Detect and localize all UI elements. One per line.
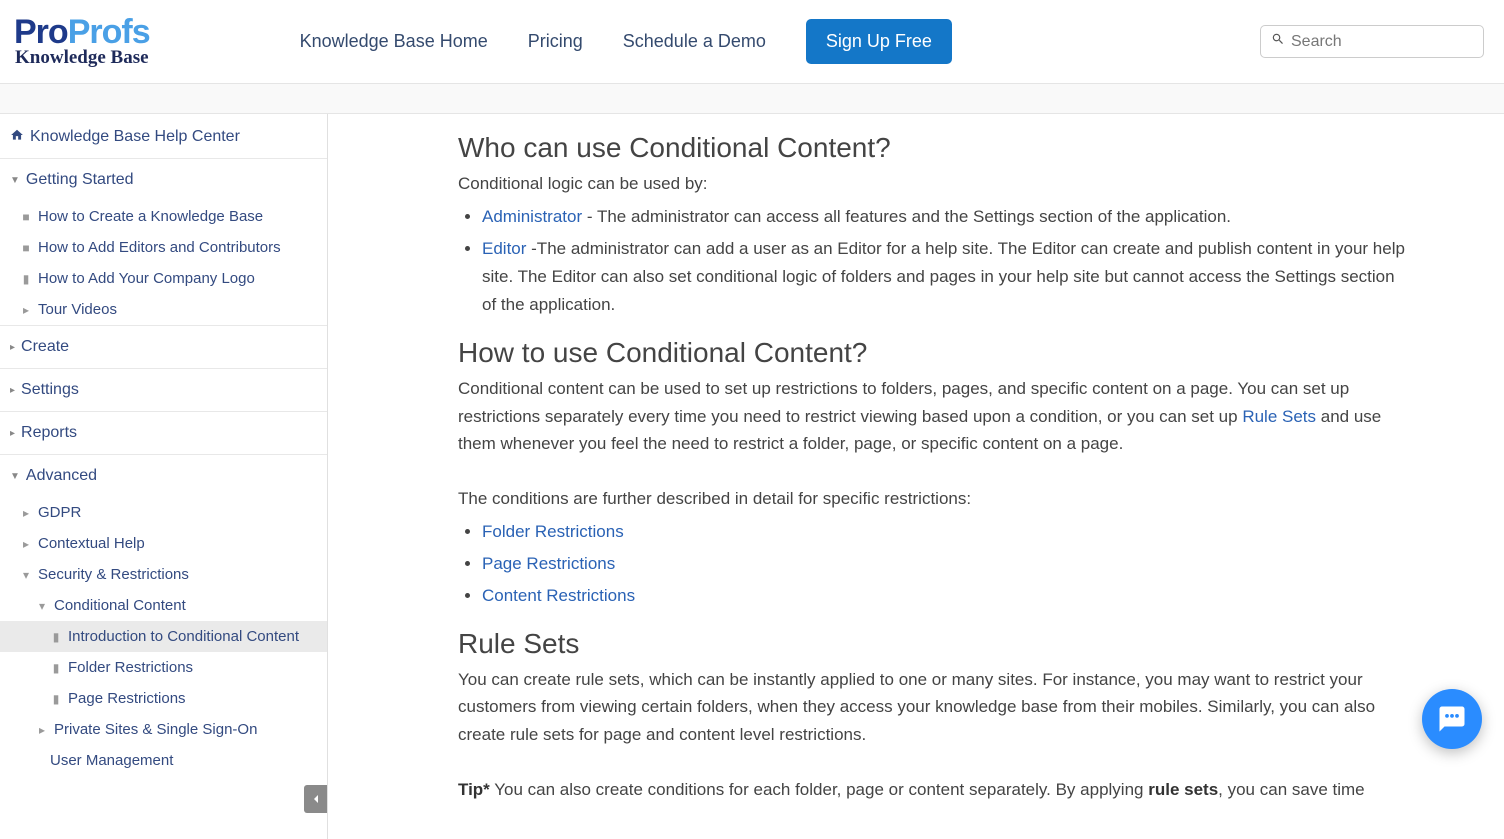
caret-right-icon: ▸	[20, 303, 32, 317]
sidebar-item-folder-r[interactable]: ▮Folder Restrictions	[0, 652, 327, 683]
doc-icon: ▮	[50, 661, 62, 675]
tip-rule-bold: rule sets	[1148, 780, 1218, 799]
nav-pricing[interactable]: Pricing	[528, 31, 583, 52]
caret-right-icon: ▸	[20, 537, 32, 551]
sidebar-item-user-mgmt[interactable]: User Management	[0, 745, 327, 776]
search-icon	[1271, 32, 1285, 51]
li-folder: Folder Restrictions	[482, 518, 1408, 546]
video-icon: ■	[20, 210, 32, 224]
sidebar-item-tour-videos[interactable]: ▸Tour Videos	[0, 294, 327, 325]
heading-who: Who can use Conditional Content?	[458, 132, 1408, 164]
doc-icon: ▮	[50, 692, 62, 706]
heading-rule: Rule Sets	[458, 628, 1408, 660]
link-folder-restrictions[interactable]: Folder Restrictions	[482, 522, 624, 541]
signup-button[interactable]: Sign Up Free	[806, 19, 952, 64]
p-who: Conditional logic can be used by:	[458, 170, 1408, 197]
header-band	[0, 84, 1504, 114]
p-how: Conditional content can be used to set u…	[458, 375, 1408, 457]
sec-title-reports[interactable]: ▸Reports	[0, 412, 327, 454]
sidebar-item-add-logo[interactable]: ▮How to Add Your Company Logo	[0, 263, 327, 294]
search-wrap	[1260, 25, 1484, 58]
li-content: Content Restrictions	[482, 582, 1408, 610]
list-who: Administrator - The administrator can ac…	[482, 203, 1408, 319]
search-input[interactable]	[1291, 33, 1473, 51]
li-page: Page Restrictions	[482, 550, 1408, 578]
sidebar-item-intro-cc[interactable]: ▮Introduction to Conditional Content	[0, 621, 327, 652]
list-restrictions: Folder Restrictions Page Restrictions Co…	[482, 518, 1408, 610]
link-editor[interactable]: Editor	[482, 239, 526, 258]
sidebar-home[interactable]: Knowledge Base Help Center	[0, 114, 327, 159]
main-content: Who can use Conditional Content? Conditi…	[328, 114, 1504, 839]
sidebar-item-contextual[interactable]: ▸Contextual Help	[0, 528, 327, 559]
main-nav: Knowledge Base Home Pricing Schedule a D…	[300, 19, 952, 64]
sec-title-getting-started[interactable]: ▼ Getting Started	[0, 159, 327, 201]
logo-part-profs: Profs	[68, 13, 150, 51]
layout: Knowledge Base Help Center ▼ Getting Sta…	[0, 114, 1504, 839]
sidebar-item-conditional[interactable]: ▾Conditional Content	[0, 590, 327, 621]
tip-bold: Tip*	[458, 780, 490, 799]
sec-title-create[interactable]: ▸Create	[0, 326, 327, 368]
sec-title-advanced[interactable]: ▼Advanced	[0, 455, 327, 497]
caret-down-icon: ▼	[10, 175, 20, 186]
li-editor: Editor -The administrator can add a user…	[482, 235, 1408, 319]
caret-down-icon: ▾	[36, 599, 48, 613]
video-icon: ■	[20, 241, 32, 255]
home-icon	[10, 128, 24, 146]
sidebar-home-link[interactable]: Knowledge Base Help Center	[30, 128, 240, 146]
doc-icon: ▮	[20, 272, 32, 286]
section-getting-started: ▼ Getting Started ■How to Create a Knowl…	[0, 159, 327, 326]
nav-demo[interactable]: Schedule a Demo	[623, 31, 766, 52]
link-rule-sets[interactable]: Rule Sets	[1242, 407, 1316, 426]
sidebar-item-create-kb[interactable]: ■How to Create a Knowledge Base	[0, 201, 327, 232]
logo-text: ProProfs	[14, 15, 150, 49]
search-box[interactable]	[1260, 25, 1484, 58]
sec-label: Getting Started	[26, 171, 134, 189]
caret-down-icon: ▼	[10, 471, 20, 482]
p-tip: Tip* You can also create conditions for …	[458, 776, 1408, 803]
li-admin: Administrator - The administrator can ac…	[482, 203, 1408, 231]
sidebar-item-security[interactable]: ▾Security & Restrictions	[0, 559, 327, 590]
logo[interactable]: ProProfs Knowledge Base	[14, 15, 150, 69]
chat-button[interactable]	[1422, 689, 1482, 749]
logo-subtitle: Knowledge Base	[15, 47, 149, 69]
nav-kb-home[interactable]: Knowledge Base Home	[300, 31, 488, 52]
section-advanced: ▼Advanced ▸GDPR ▸Contextual Help ▾Securi…	[0, 455, 327, 776]
caret-right-icon: ▸	[36, 723, 48, 737]
caret-right-icon: ▸	[10, 342, 15, 353]
link-content-restrictions[interactable]: Content Restrictions	[482, 586, 635, 605]
section-create: ▸Create	[0, 326, 327, 369]
doc-icon: ▮	[50, 630, 62, 644]
heading-how: How to use Conditional Content?	[458, 337, 1408, 369]
section-reports: ▸Reports	[0, 412, 327, 455]
p-rule: You can create rule sets, which can be i…	[458, 666, 1408, 748]
caret-right-icon: ▸	[20, 506, 32, 520]
topbar: ProProfs Knowledge Base Knowledge Base H…	[0, 0, 1504, 84]
sidebar-item-private[interactable]: ▸Private Sites & Single Sign-On	[0, 714, 327, 745]
sidebar-item-add-editors[interactable]: ■How to Add Editors and Contributors	[0, 232, 327, 263]
p-cond: The conditions are further described in …	[458, 485, 1408, 512]
sec-title-settings[interactable]: ▸Settings	[0, 369, 327, 411]
logo-part-pro: Pro	[14, 13, 68, 51]
sidebar: Knowledge Base Help Center ▼ Getting Sta…	[0, 114, 328, 839]
section-settings: ▸Settings	[0, 369, 327, 412]
caret-down-icon: ▾	[20, 568, 32, 582]
link-administrator[interactable]: Administrator	[482, 207, 582, 226]
caret-right-icon: ▸	[10, 385, 15, 396]
sidebar-item-gdpr[interactable]: ▸GDPR	[0, 497, 327, 528]
caret-right-icon: ▸	[10, 428, 15, 439]
collapse-sidebar-button[interactable]	[304, 785, 328, 813]
link-page-restrictions[interactable]: Page Restrictions	[482, 554, 615, 573]
sidebar-item-page-r[interactable]: ▮Page Restrictions	[0, 683, 327, 714]
